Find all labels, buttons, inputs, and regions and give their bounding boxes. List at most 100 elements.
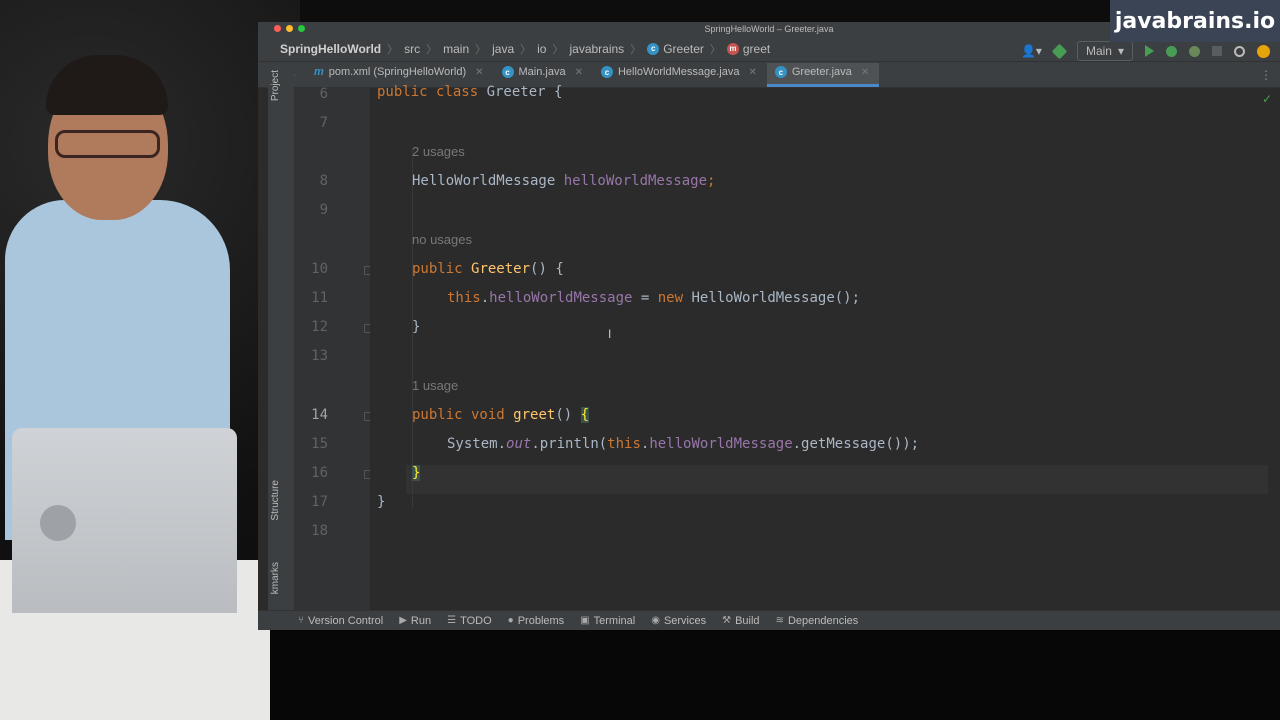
tool-label: Build: [735, 614, 760, 627]
tool-label: TODO: [460, 614, 492, 627]
method-token: greet: [513, 407, 556, 423]
bottom-tool-bar: ⑂ Version Control ▶ Run ☰ TODO ● Problems ▣ T…: [258, 610, 1280, 630]
code-line-8: HelloWorldMessage helloWorldMessage;: [412, 173, 715, 189]
matched-brace: {: [580, 407, 590, 423]
todo-tool-button[interactable]: ☰ TODO: [447, 615, 492, 627]
line-number: 11: [311, 290, 328, 306]
keyword-token: public class: [377, 84, 487, 100]
close-icon[interactable]: ✕: [475, 67, 483, 78]
line-number: 16: [311, 465, 328, 481]
usages-hint[interactable]: no usages: [412, 232, 472, 247]
run-config-select[interactable]: Main ▾: [1076, 41, 1133, 61]
breadcrumb-src[interactable]: src: [404, 42, 420, 56]
version-control-tool-button[interactable]: ⑂ Version Control: [298, 615, 383, 627]
build-hammer-icon[interactable]: [1051, 43, 1068, 59]
tool-label: Run: [410, 614, 432, 627]
current-line-highlight: [406, 465, 1268, 494]
services-icon: ◉: [651, 615, 660, 626]
line-number: 15: [311, 436, 328, 452]
services-tool-button[interactable]: ◉ Services: [651, 615, 706, 627]
breadcrumb-label: SpringHelloWorld: [280, 41, 382, 56]
presenter-glasses: [55, 130, 160, 158]
code-line-11: this.helloWorldMessage = new HelloWorldM…: [447, 290, 860, 306]
keyword-token: public: [412, 261, 472, 277]
code-line-15: System.out.println(this.helloWorldMessag…: [447, 436, 919, 452]
code-token: () {: [530, 261, 564, 277]
tool-label: Version Control: [308, 614, 384, 627]
video-background: [270, 630, 1280, 720]
ide-window: SpringHelloWorld – Greeter.java SpringHe…: [258, 22, 1280, 630]
debug-icon[interactable]: [1166, 45, 1177, 57]
line-number: 6: [319, 86, 328, 102]
keyword-token: this: [607, 436, 641, 452]
more-tabs-icon[interactable]: ⋮: [1260, 68, 1272, 82]
line-number: 10: [311, 261, 328, 277]
code-line-6: public class Greeter {: [377, 84, 562, 100]
breadcrumb-main[interactable]: main: [443, 42, 469, 56]
project-tool-button[interactable]: Project: [270, 70, 281, 101]
tab-greeter-java[interactable]: c Greeter.java ✕: [766, 63, 880, 87]
run-icon: ▶: [399, 615, 407, 626]
terminal-icon: ▣: [580, 615, 590, 626]
breadcrumb-label: src: [404, 41, 421, 56]
info-icon: ●: [507, 615, 514, 626]
code-token: .getMessage());: [792, 436, 920, 452]
dependencies-tool-button[interactable]: ≋ Dependencies: [776, 615, 859, 627]
code-line-12: }: [412, 319, 421, 335]
breadcrumb-greet[interactable]: m greet: [726, 41, 771, 56]
chevron-down-icon: ▾: [1117, 44, 1124, 58]
code-token: System.: [447, 436, 507, 452]
stop-icon[interactable]: [1212, 46, 1222, 56]
maven-icon: m: [314, 66, 324, 78]
breadcrumb-javabrains[interactable]: javabrains: [569, 42, 624, 56]
hammer-icon: ⚒: [722, 615, 732, 626]
chevron-right-icon: 〉: [520, 43, 532, 56]
tab-label: Greeter.java: [791, 66, 852, 78]
code-editor[interactable]: public class Greeter { 2 usages HelloWor…: [370, 84, 1280, 614]
breadcrumb-greeter[interactable]: c Greeter: [647, 42, 704, 56]
structure-tool-button[interactable]: Structure: [270, 480, 281, 521]
chevron-right-icon: 〉: [630, 43, 642, 56]
usages-hint[interactable]: 2 usages: [412, 144, 465, 159]
code-line-16: }: [412, 465, 421, 481]
breadcrumb-java[interactable]: java: [492, 42, 514, 56]
branch-icon: ⑂: [298, 615, 304, 626]
search-icon[interactable]: [1234, 45, 1245, 57]
brand-watermark: javabrains.io: [1110, 0, 1280, 42]
line-number: 17: [311, 494, 328, 510]
code-line-17: }: [377, 494, 386, 510]
run-tool-button[interactable]: ▶ Run: [399, 615, 431, 627]
code-line-14: public void greet() {: [412, 407, 590, 423]
close-icon[interactable]: ✕: [861, 67, 869, 78]
apple-logo-icon: [40, 505, 76, 541]
breadcrumb-label: java: [492, 41, 515, 56]
class-icon: c: [600, 66, 613, 78]
close-icon[interactable]: ✕: [748, 67, 756, 78]
tab-helloworldmessage-java[interactable]: c HelloWorldMessage.java ✕: [593, 63, 767, 87]
code-line-10: public Greeter() {: [412, 261, 564, 277]
terminal-tool-button[interactable]: ▣ Terminal: [580, 615, 635, 627]
breadcrumb-label: Greeter: [663, 41, 704, 56]
breadcrumb-project[interactable]: SpringHelloWorld: [280, 42, 381, 56]
code-token: =: [632, 290, 658, 306]
breadcrumb-io[interactable]: io: [537, 42, 546, 56]
line-number: 8: [319, 173, 328, 189]
code-token: HelloWorldMessage();: [691, 290, 861, 306]
update-icon[interactable]: [1257, 44, 1270, 58]
bookmarks-tool-button[interactable]: kmarks: [270, 562, 281, 594]
class-icon: c: [774, 66, 787, 78]
chevron-right-icon: 〉: [475, 43, 487, 56]
build-tool-button[interactable]: ⚒ Build: [722, 615, 759, 627]
user-icon[interactable]: 👤▾: [1021, 44, 1042, 58]
usages-hint[interactable]: 1 usage: [412, 378, 458, 393]
line-number: 18: [311, 523, 328, 539]
problems-tool-button[interactable]: ● Problems: [508, 615, 565, 627]
text-cursor-icon: I: [608, 327, 612, 341]
inspection-ok-icon[interactable]: ✓: [1262, 92, 1272, 106]
breadcrumb-label: greet: [742, 41, 771, 56]
chevron-right-icon: 〉: [426, 43, 438, 56]
coverage-icon[interactable]: [1189, 45, 1200, 57]
line-number: 12: [311, 319, 328, 335]
run-icon[interactable]: [1145, 45, 1154, 57]
close-icon[interactable]: ✕: [575, 67, 583, 78]
